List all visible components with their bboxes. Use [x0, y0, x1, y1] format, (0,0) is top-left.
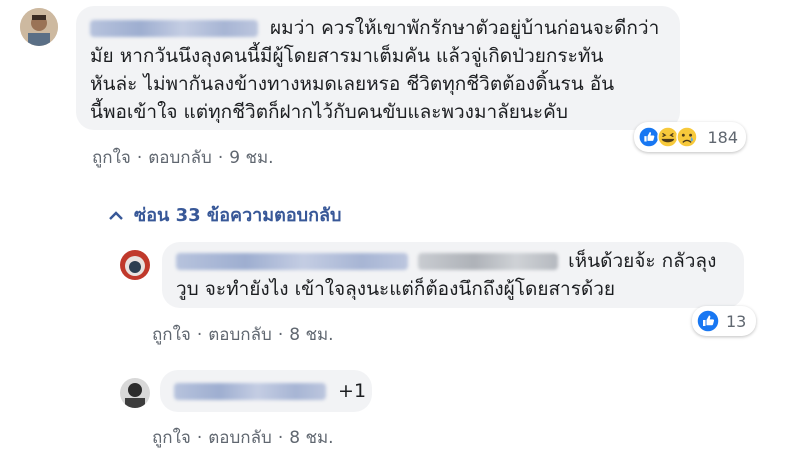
reply-bubble: เห็นด้วยจ้ะ กลัวลุง วูบ จะทำยังไง เข้าใจ… — [162, 242, 744, 308]
reply-first-line: +1 — [174, 377, 366, 405]
reply-actions: ถูกใจ · ตอบกลับ · 8 ชม. — [152, 424, 334, 451]
separator-dot: · — [277, 325, 284, 345]
timestamp[interactable]: 8 ชม. — [289, 325, 333, 345]
reply-first-line: เห็นด้วยจ้ะ กลัวลุง — [176, 247, 730, 275]
hide-replies-button[interactable]: ซ่อน 33 ข้อความตอบกลับ — [108, 200, 341, 229]
chevron-up-icon — [109, 210, 123, 220]
avatar[interactable] — [20, 8, 58, 46]
reply-bubble: +1 — [160, 370, 372, 412]
reply-link[interactable]: ตอบกลับ — [148, 148, 212, 168]
like-icon — [638, 126, 660, 148]
person-avatar-icon — [120, 378, 150, 408]
separator-dot: · — [217, 148, 224, 168]
like-link[interactable]: ถูกใจ — [152, 325, 191, 345]
reply-text: +1 — [338, 380, 367, 402]
timestamp[interactable]: 9 ชม. — [229, 148, 273, 168]
reaction-icons — [638, 126, 698, 148]
like-link[interactable]: ถูกใจ — [92, 148, 131, 168]
separator-dot: · — [196, 325, 203, 345]
comment-text-line: มัย หากวันนึงลุงคนนี้มีผู้โดยสารมาเต็มคั… — [90, 45, 604, 67]
reaction-summary[interactable]: 184 — [634, 122, 746, 152]
comment-text-line: หันล่ะ ไม่พากันลงข้างทางหมดเลยหรอ ชีวิตท… — [90, 73, 615, 95]
reply-link[interactable]: ตอบกลับ — [208, 428, 272, 448]
reply-actions: ถูกใจ · ตอบกลับ · 8 ชม. — [152, 321, 334, 348]
reply-link[interactable]: ตอบกลับ — [208, 325, 272, 345]
like-link[interactable]: ถูกใจ — [152, 428, 191, 448]
person-avatar-icon — [20, 8, 58, 46]
reply-text-line: วูบ จะทำยังไง เข้าใจลุงนะแต่ก็ต้องนึกถึง… — [176, 278, 616, 300]
separator-dot: · — [277, 428, 284, 448]
author-name[interactable] — [174, 383, 326, 400]
author-name[interactable] — [90, 20, 258, 37]
person-avatar-icon — [120, 250, 150, 280]
comment-actions: ถูกใจ · ตอบกลับ · 9 ชม. — [92, 144, 274, 171]
separator-dot: · — [136, 148, 143, 168]
reaction-count: 184 — [707, 127, 738, 147]
like-icon — [696, 309, 720, 333]
reply-text-line: เห็นด้วยจ้ะ กลัวลุง — [568, 250, 717, 272]
timestamp[interactable]: 8 ชม. — [289, 428, 333, 448]
reaction-count: 13 — [726, 311, 747, 331]
comment-first-line: ผมว่า ควรให้เขาพักรักษาตัวอยู่บ้านก่อนจะ… — [90, 14, 666, 42]
comment-text-line: นี้พอเข้าใจ แต่ทุกชีวิตก็ฝากไว้กับคนขับแ… — [90, 101, 568, 123]
author-name[interactable] — [176, 253, 408, 270]
comment-bubble: ผมว่า ควรให้เขาพักรักษาตัวอยู่บ้านก่อนจะ… — [76, 6, 680, 130]
comment-text-line: ผมว่า ควรให้เขาพักรักษาตัวอยู่บ้านก่อนจะ… — [270, 17, 660, 39]
separator-dot: · — [196, 428, 203, 448]
avatar[interactable] — [120, 378, 150, 408]
avatar[interactable] — [120, 250, 150, 280]
sad-icon — [676, 126, 698, 148]
haha-icon — [657, 126, 679, 148]
hide-replies-label: ซ่อน 33 ข้อความตอบกลับ — [134, 205, 342, 226]
tagged-name[interactable] — [418, 253, 559, 270]
reaction-summary[interactable]: 13 — [692, 306, 756, 336]
